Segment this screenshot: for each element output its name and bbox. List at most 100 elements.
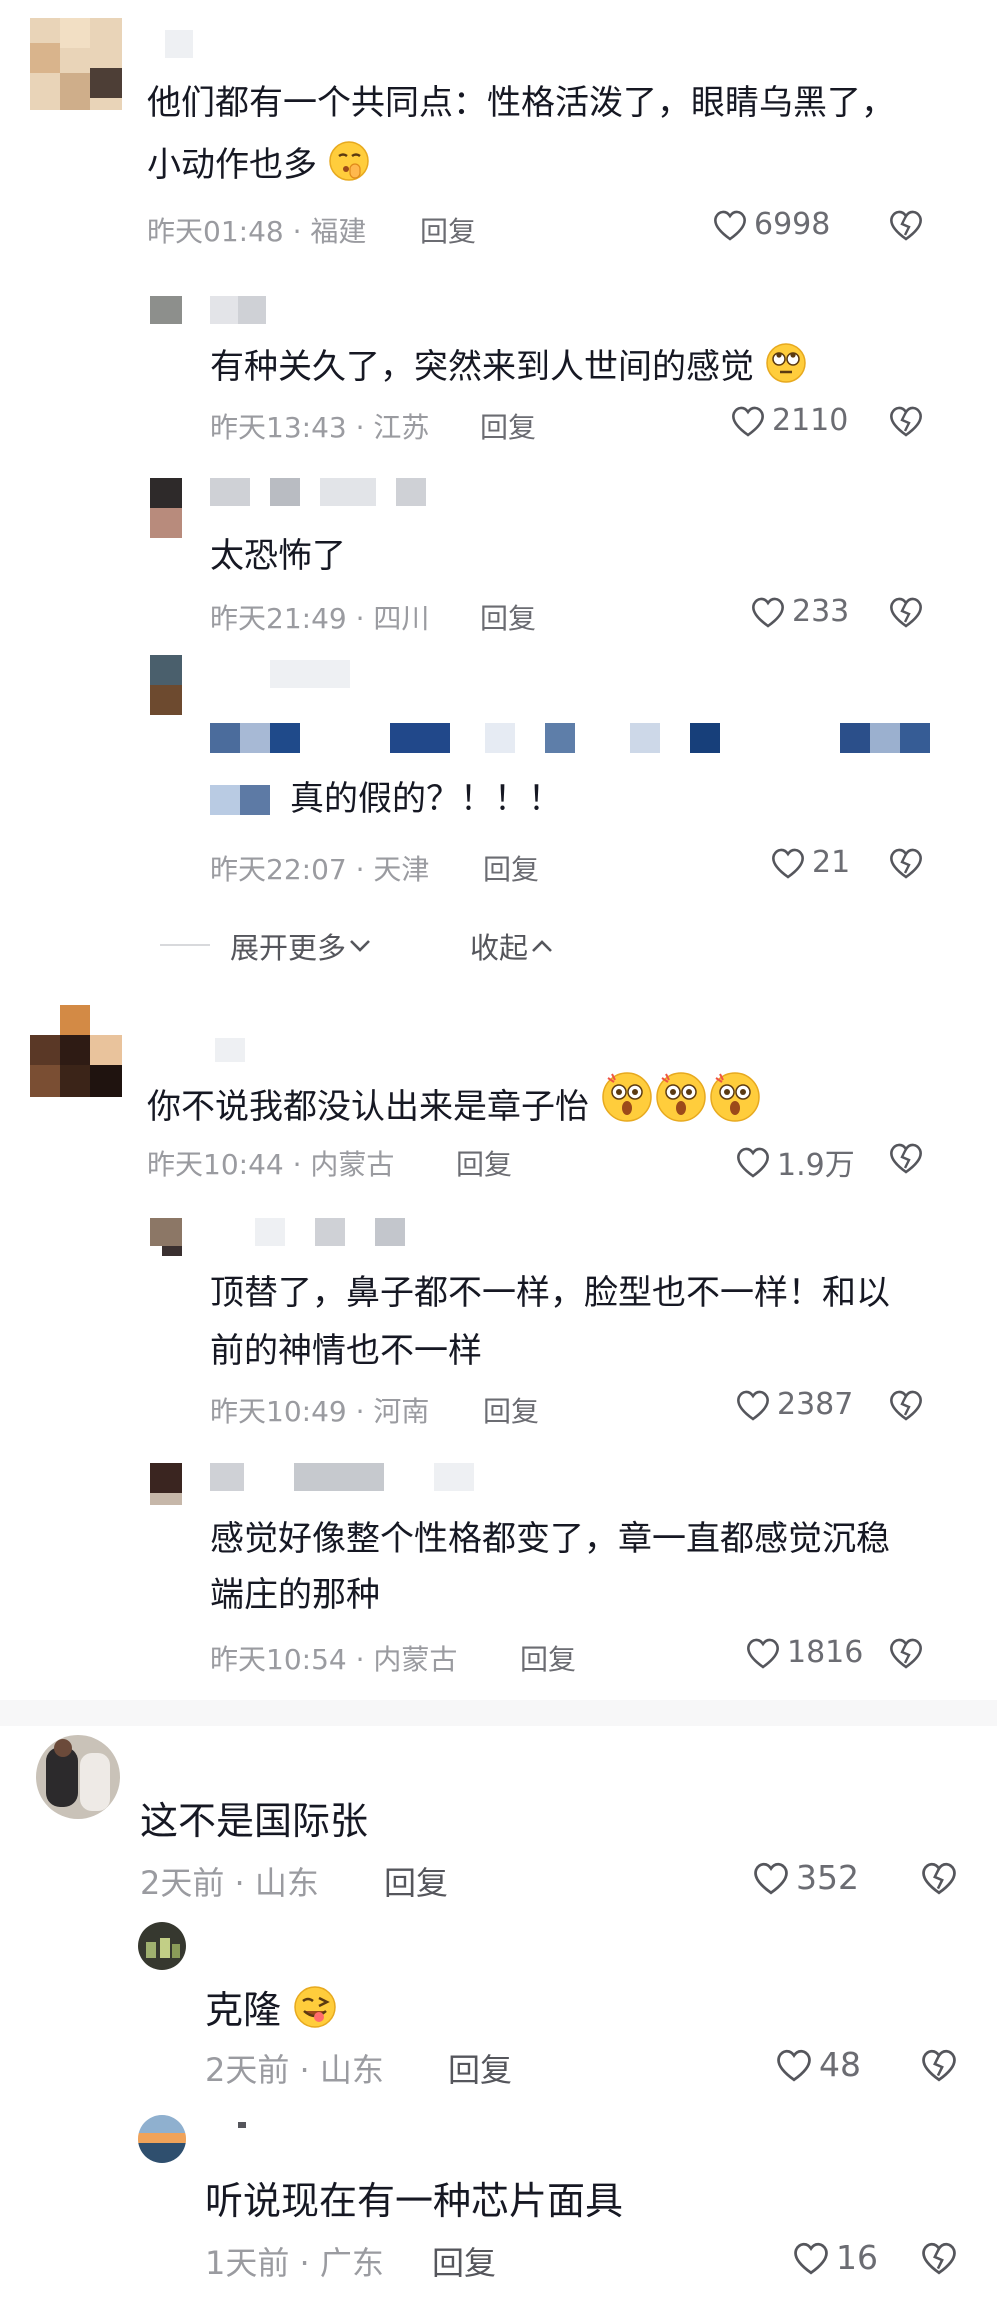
- like-button[interactable]: 2110: [730, 403, 848, 438]
- avatar[interactable]: [150, 296, 182, 324]
- heart-icon: [714, 210, 746, 241]
- heart-icon: [754, 1862, 788, 1894]
- username[interactable]: [210, 478, 426, 506]
- heart-icon: [732, 406, 764, 437]
- heart-icon: [794, 2242, 828, 2274]
- username[interactable]: [270, 660, 350, 688]
- like-button[interactable]: 2387: [735, 1387, 853, 1422]
- reply-button[interactable]: 回复: [448, 2045, 512, 2091]
- reply-button[interactable]: 回复: [480, 406, 536, 446]
- like-count: 2387: [777, 1387, 854, 1422]
- comment-text: 感觉好像整个性格都变了，章一直都感觉沉稳: [210, 1519, 890, 1559]
- dislike-icon[interactable]: [920, 2240, 958, 2276]
- comment-meta: 1天前 · 广东: [205, 2244, 384, 2282]
- comment-meta: 昨天10:54 · 内蒙古: [210, 1643, 458, 1676]
- like-count: 1.9万: [777, 1148, 855, 1183]
- shocked-face-icon: [602, 1072, 652, 1122]
- dislike-icon[interactable]: [888, 846, 924, 880]
- like-button[interactable]: 1.9万: [735, 1140, 855, 1184]
- avatar[interactable]: [150, 1463, 182, 1507]
- like-count: 48: [819, 2045, 861, 2084]
- heart-icon: [737, 1390, 769, 1421]
- comment-meta: 昨天01:48 · 福建: [147, 215, 367, 248]
- reply-button[interactable]: 回复: [432, 2238, 496, 2284]
- avatar[interactable]: [150, 1218, 182, 1258]
- like-button[interactable]: 48: [775, 2045, 861, 2084]
- like-count: 2110: [772, 403, 849, 438]
- like-count: 352: [796, 1858, 859, 1897]
- expand-more-button[interactable]: 展开更多: [230, 925, 374, 967]
- heart-icon: [737, 1147, 769, 1178]
- dislike-icon[interactable]: [888, 404, 924, 438]
- dislike-icon[interactable]: [888, 1388, 924, 1422]
- mention-blur: [210, 723, 955, 753]
- avatar[interactable]: [30, 18, 122, 110]
- screenshot-seam: [0, 1700, 997, 1726]
- comment-meta: 昨天10:44 · 内蒙古: [147, 1148, 395, 1181]
- chevron-up-icon: [532, 940, 552, 952]
- like-count: 6998: [754, 207, 831, 242]
- dislike-icon[interactable]: [888, 208, 924, 242]
- mention-blur-2: [210, 785, 270, 815]
- like-count: 1816: [787, 1635, 864, 1670]
- reply-button[interactable]: 回复: [520, 1638, 576, 1678]
- comment-meta: 昨天13:43 · 江苏: [210, 411, 430, 444]
- dislike-icon[interactable]: [920, 2047, 958, 2083]
- rolling-eyes-face-icon: [766, 343, 806, 383]
- username[interactable]: [215, 1038, 245, 1062]
- heart-icon: [747, 1638, 779, 1669]
- dislike-icon[interactable]: [888, 1636, 924, 1670]
- comment-text: 真的假的？！！！: [290, 779, 562, 819]
- avatar[interactable]: [150, 655, 182, 715]
- avatar[interactable]: [36, 1735, 120, 1819]
- like-button[interactable]: 233: [750, 594, 849, 629]
- comment-text-line2: 端庄的那种: [210, 1575, 380, 1615]
- dislike-icon[interactable]: [888, 595, 924, 629]
- heart-icon: [772, 848, 804, 879]
- comment-meta: 昨天10:49 · 河南: [210, 1395, 430, 1428]
- comment-text-line2: 前的神情也不一样: [210, 1331, 482, 1371]
- comment-meta: 2天前 · 山东: [205, 2051, 384, 2089]
- dislike-icon[interactable]: [888, 1141, 924, 1175]
- shush-face-icon: [329, 141, 369, 181]
- reply-button[interactable]: 回复: [420, 210, 476, 250]
- username[interactable]: [210, 1463, 474, 1491]
- like-button[interactable]: 6998: [712, 207, 830, 242]
- reply-button[interactable]: 回复: [483, 848, 539, 888]
- avatar[interactable]: [138, 1922, 186, 1970]
- collapse-button[interactable]: 收起: [470, 925, 556, 967]
- comment-text: 这不是国际张: [140, 1799, 369, 1843]
- reply-button[interactable]: 回复: [384, 1858, 448, 1904]
- reply-button[interactable]: 回复: [483, 1390, 539, 1430]
- reply-button[interactable]: 回复: [456, 1143, 512, 1183]
- comment-meta: 昨天22:07 · 天津: [210, 853, 430, 886]
- username[interactable]: [255, 1218, 405, 1246]
- shocked-face-icon: [710, 1072, 760, 1122]
- reply-button[interactable]: 回复: [480, 597, 536, 637]
- comment-text-line2: 小动作也多: [147, 140, 370, 187]
- like-button[interactable]: 352: [752, 1858, 859, 1897]
- like-button[interactable]: 16: [792, 2238, 878, 2277]
- like-count: 21: [812, 845, 851, 880]
- username[interactable]: [210, 296, 266, 324]
- shocked-face-icon: [656, 1072, 706, 1122]
- username[interactable]: [238, 2122, 246, 2128]
- like-button[interactable]: 1816: [745, 1635, 863, 1670]
- avatar[interactable]: [30, 1005, 122, 1097]
- comment-text: 他们都有一个共同点：性格活泼了，眼睛乌黑了，: [147, 83, 895, 123]
- dislike-icon[interactable]: [920, 1860, 958, 1896]
- comment-meta: 昨天21:49 · 四川: [210, 602, 430, 635]
- comment-text: 有种关久了，突然来到人世间的感觉: [210, 342, 807, 389]
- comment-text: 听说现在有一种芯片面具: [205, 2179, 624, 2223]
- comment-text: 顶替了，鼻子都不一样，脸型也不一样！和以: [210, 1273, 890, 1313]
- like-count: 16: [836, 2238, 878, 2277]
- like-button[interactable]: 21: [770, 845, 850, 880]
- username[interactable]: [165, 30, 193, 58]
- avatar[interactable]: [150, 478, 182, 538]
- comment-text: 克隆: [205, 1985, 337, 2035]
- comment-meta: 2天前 · 山东: [140, 1864, 319, 1902]
- comment-text: 你不说我都没认出来是章子怡: [147, 1070, 762, 1129]
- heart-icon: [752, 597, 784, 628]
- comment-text: 太恐怖了: [210, 536, 346, 576]
- avatar[interactable]: [138, 2115, 186, 2163]
